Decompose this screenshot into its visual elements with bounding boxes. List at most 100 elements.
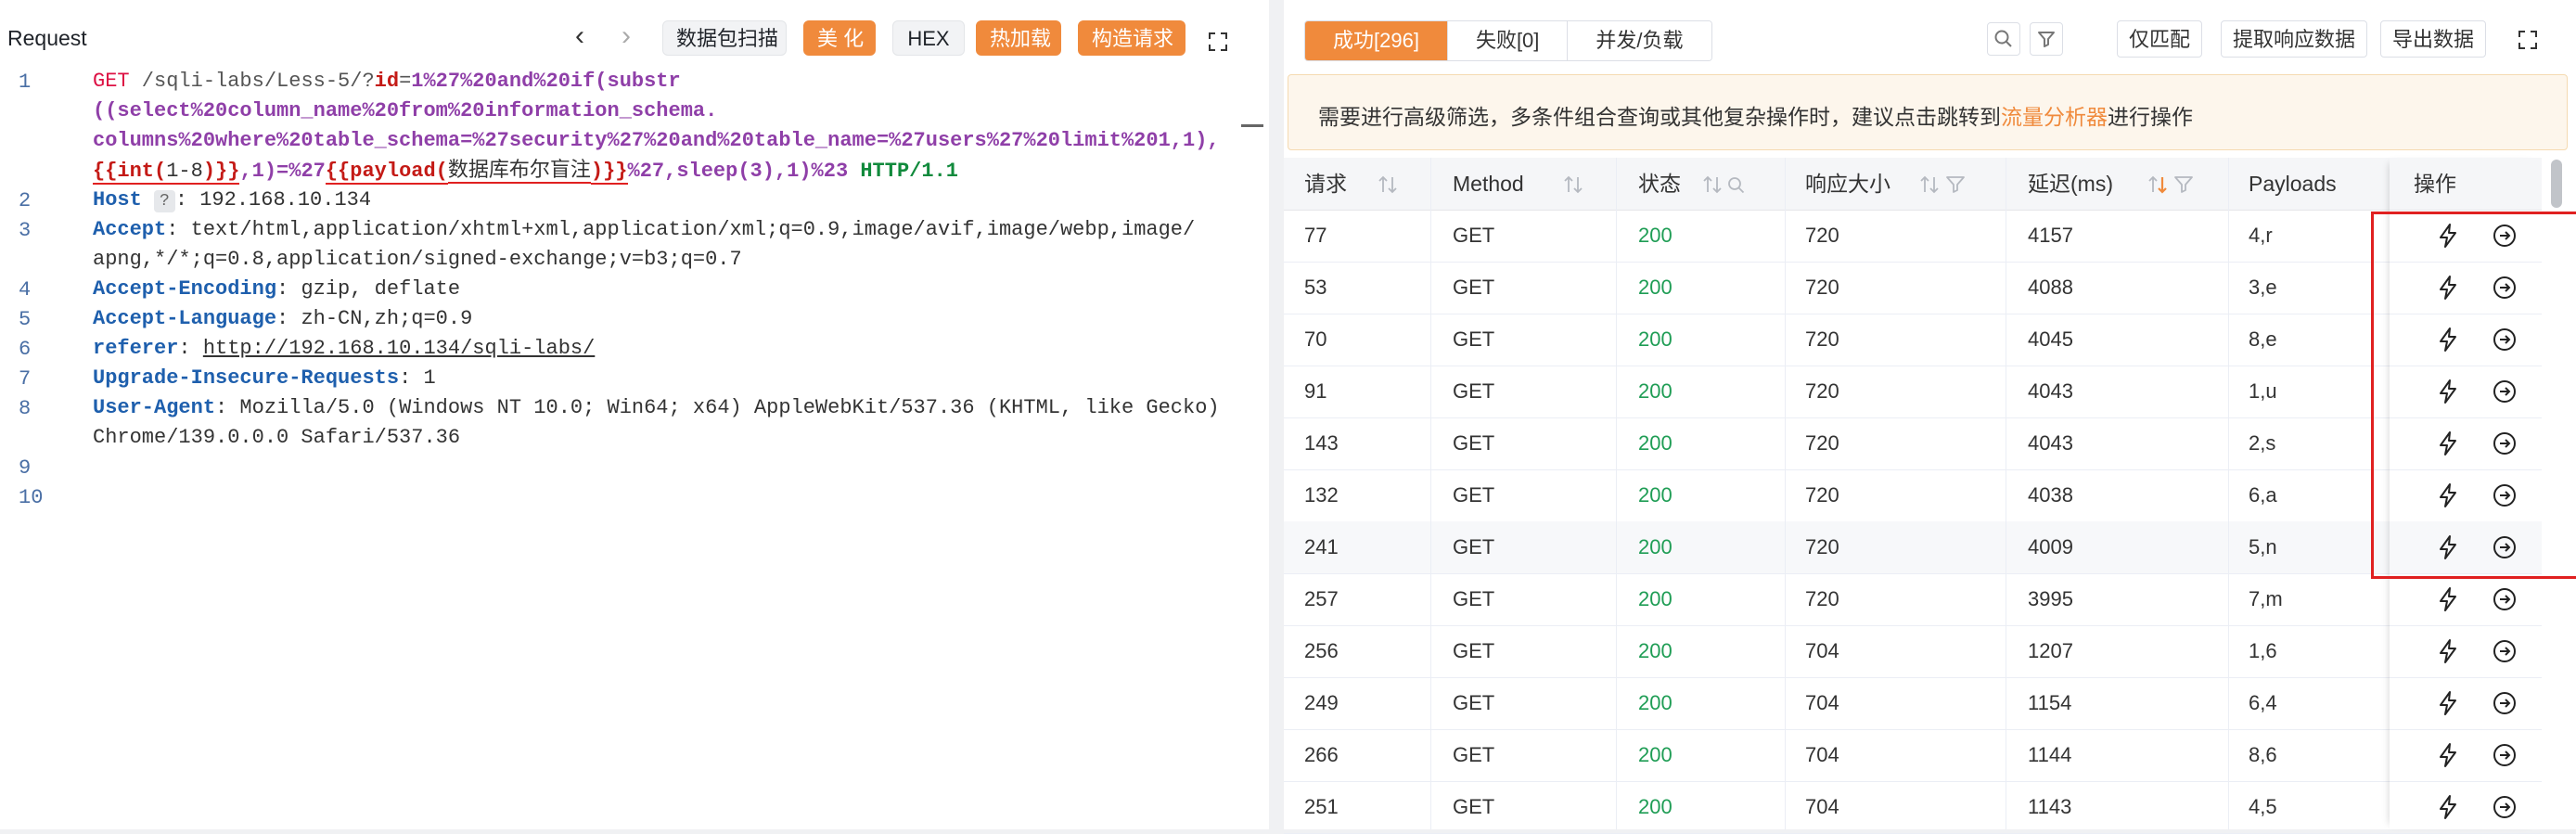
cell-method: GET bbox=[1453, 691, 1495, 714]
sort-icon[interactable] bbox=[1377, 174, 1401, 195]
cell-status: 200 bbox=[1638, 535, 1672, 558]
header-host: Host ?: 192.168.10.134 bbox=[93, 186, 371, 215]
cell-method: GET bbox=[1453, 587, 1495, 610]
column-header-delay[interactable]: 延迟(ms) bbox=[2028, 158, 2113, 210]
cell-size: 720 bbox=[1805, 327, 1839, 351]
table-row[interactable]: 91 GET 200 720 4043 1,u bbox=[1284, 366, 2542, 418]
filter-icon[interactable] bbox=[2030, 22, 2063, 56]
sort-desc-icon[interactable] bbox=[2147, 174, 2171, 195]
header-accept-language: Accept-Language: zh-CN,zh;q=0.9 bbox=[93, 304, 472, 334]
column-header-size[interactable]: 响应大小 bbox=[1805, 158, 1890, 210]
cell-status: 200 bbox=[1638, 327, 1672, 351]
table-row[interactable]: 251 GET 200 704 1143 4,5 bbox=[1284, 781, 2542, 834]
beautify-button[interactable]: 美 化 bbox=[803, 20, 876, 56]
line-number: 3 bbox=[19, 219, 32, 242]
cell-size: 720 bbox=[1805, 431, 1839, 455]
cell-method: GET bbox=[1453, 224, 1495, 247]
cell-request: 70 bbox=[1304, 327, 1327, 351]
cell-payload: 7,m bbox=[2249, 587, 2283, 610]
table-row[interactable]: 77 GET 200 720 4157 4,r bbox=[1284, 210, 2542, 263]
table-row[interactable]: 256 GET 200 704 1207 1,6 bbox=[1284, 625, 2542, 678]
cell-request: 249 bbox=[1304, 691, 1339, 714]
table-row[interactable]: 257 GET 200 720 3995 7,m bbox=[1284, 573, 2542, 626]
cell-request: 143 bbox=[1304, 431, 1339, 455]
column-filter-icon[interactable] bbox=[2172, 174, 2195, 195]
tab-success[interactable]: 成功[296] bbox=[1305, 21, 1448, 60]
cell-delay: 1207 bbox=[2028, 639, 2073, 662]
export-data-button[interactable]: 导出数据 bbox=[2380, 20, 2487, 58]
template-int-close: )}} bbox=[202, 160, 240, 185]
cell-delay: 3995 bbox=[2028, 587, 2073, 610]
header-value: : gzip, deflate bbox=[276, 277, 461, 301]
header-accept-encoding: Accept-Encoding: gzip, deflate bbox=[93, 275, 460, 304]
expand-icon[interactable] bbox=[2518, 30, 2538, 50]
cell-status: 200 bbox=[1638, 224, 1672, 247]
traffic-analyzer-link[interactable]: 流量分析器 bbox=[2001, 105, 2108, 129]
cell-method: GET bbox=[1453, 535, 1495, 558]
request-editor[interactable]: 1 2 3 4 5 6 7 8 9 10 GET /sqli-labs/Less… bbox=[0, 70, 1239, 829]
notice-suffix: 进行操作 bbox=[2108, 105, 2193, 129]
column-header-request[interactable]: 请求 bbox=[1304, 158, 1347, 210]
cell-payload: 3,e bbox=[2249, 276, 2277, 299]
cell-method: GET bbox=[1453, 431, 1495, 455]
column-divider bbox=[2228, 158, 2229, 829]
request-line-continued: columns%20where%20table_schema=%27securi… bbox=[93, 126, 1220, 156]
cell-request: 77 bbox=[1304, 224, 1327, 247]
request-path: /sqli-labs/Less-5/? bbox=[129, 70, 375, 93]
expand-icon[interactable] bbox=[1208, 32, 1228, 52]
column-header-status[interactable]: 状态 bbox=[1638, 158, 1681, 210]
header-value: Chrome/139.0.0.0 Safari/537.36 bbox=[93, 426, 461, 449]
hex-button[interactable]: HEX bbox=[892, 20, 965, 56]
sort-icon[interactable] bbox=[1701, 174, 1725, 195]
panel-divider[interactable] bbox=[1269, 0, 1284, 829]
hotload-button[interactable]: 热加载 bbox=[976, 20, 1061, 56]
column-search-icon[interactable] bbox=[1725, 174, 1748, 195]
cell-status: 200 bbox=[1638, 379, 1672, 403]
cell-request: 91 bbox=[1304, 379, 1327, 403]
cell-size: 704 bbox=[1805, 795, 1839, 818]
column-header-payloads[interactable]: Payloads bbox=[2249, 158, 2337, 210]
header-value: apng,*/*;q=0.8,application/signed-exchan… bbox=[93, 248, 742, 271]
cell-delay: 4045 bbox=[2028, 327, 2073, 351]
header-name: referer bbox=[93, 337, 179, 360]
table-row[interactable]: 241 GET 200 720 4009 5,n bbox=[1284, 521, 2542, 574]
query-param-value: ((select%20column_name%20from%20informat… bbox=[93, 99, 718, 122]
column-filter-icon[interactable] bbox=[1944, 174, 1967, 195]
referer-link[interactable]: http://192.168.10.134/sqli-labs/ bbox=[203, 337, 595, 360]
match-only-button[interactable]: 仅匹配 bbox=[2117, 20, 2203, 58]
line-number: 10 bbox=[19, 486, 44, 509]
cell-size: 720 bbox=[1805, 276, 1839, 299]
packet-scan-button[interactable]: 数据包扫描 bbox=[662, 20, 787, 56]
request-line-continued: ((select%20column_name%20from%20informat… bbox=[93, 96, 717, 126]
tab-concurrency[interactable]: 并发/负载 bbox=[1568, 21, 1711, 60]
help-badge[interactable]: ? bbox=[154, 190, 175, 212]
tab-failed[interactable]: 失败[0] bbox=[1447, 21, 1569, 60]
sort-icon[interactable] bbox=[1562, 174, 1586, 195]
header-value: : zh-CN,zh;q=0.9 bbox=[276, 307, 473, 330]
cell-size: 704 bbox=[1805, 691, 1839, 714]
editor-scroll-marker[interactable] bbox=[1241, 124, 1263, 127]
cell-payload: 1,u bbox=[2249, 379, 2277, 403]
table-row[interactable]: 266 GET 200 704 1144 8,6 bbox=[1284, 729, 2542, 782]
template-payload-close: )}} bbox=[590, 160, 628, 185]
header-separator: : bbox=[178, 337, 203, 360]
search-icon[interactable] bbox=[1987, 22, 2020, 56]
table-row[interactable]: 53 GET 200 720 4088 3,e bbox=[1284, 262, 2542, 314]
table-row[interactable]: 70 GET 200 720 4045 8,e bbox=[1284, 314, 2542, 366]
column-header-method[interactable]: Method bbox=[1453, 158, 1524, 210]
chevron-right-icon[interactable]: › bbox=[622, 22, 631, 50]
cell-delay: 1154 bbox=[2028, 691, 2072, 714]
table-scrollbar[interactable] bbox=[2551, 160, 2562, 208]
sort-icon[interactable] bbox=[1918, 174, 1942, 195]
construct-request-button[interactable]: 构造请求 bbox=[1078, 20, 1185, 56]
query-equals: = bbox=[399, 70, 412, 93]
template-int-open: {{int( bbox=[93, 160, 167, 185]
table-row[interactable]: 143 GET 200 720 4043 2,s bbox=[1284, 417, 2542, 470]
extract-response-button[interactable]: 提取响应数据 bbox=[2221, 20, 2368, 58]
table-row[interactable]: 249 GET 200 704 1154 6,4 bbox=[1284, 677, 2542, 730]
line-number: 7 bbox=[19, 367, 32, 391]
line-number: 1 bbox=[19, 71, 32, 94]
column-divider bbox=[1430, 158, 1431, 829]
table-row[interactable]: 132 GET 200 720 4038 6,a bbox=[1284, 469, 2542, 522]
chevron-left-icon[interactable]: ‹ bbox=[575, 22, 584, 50]
